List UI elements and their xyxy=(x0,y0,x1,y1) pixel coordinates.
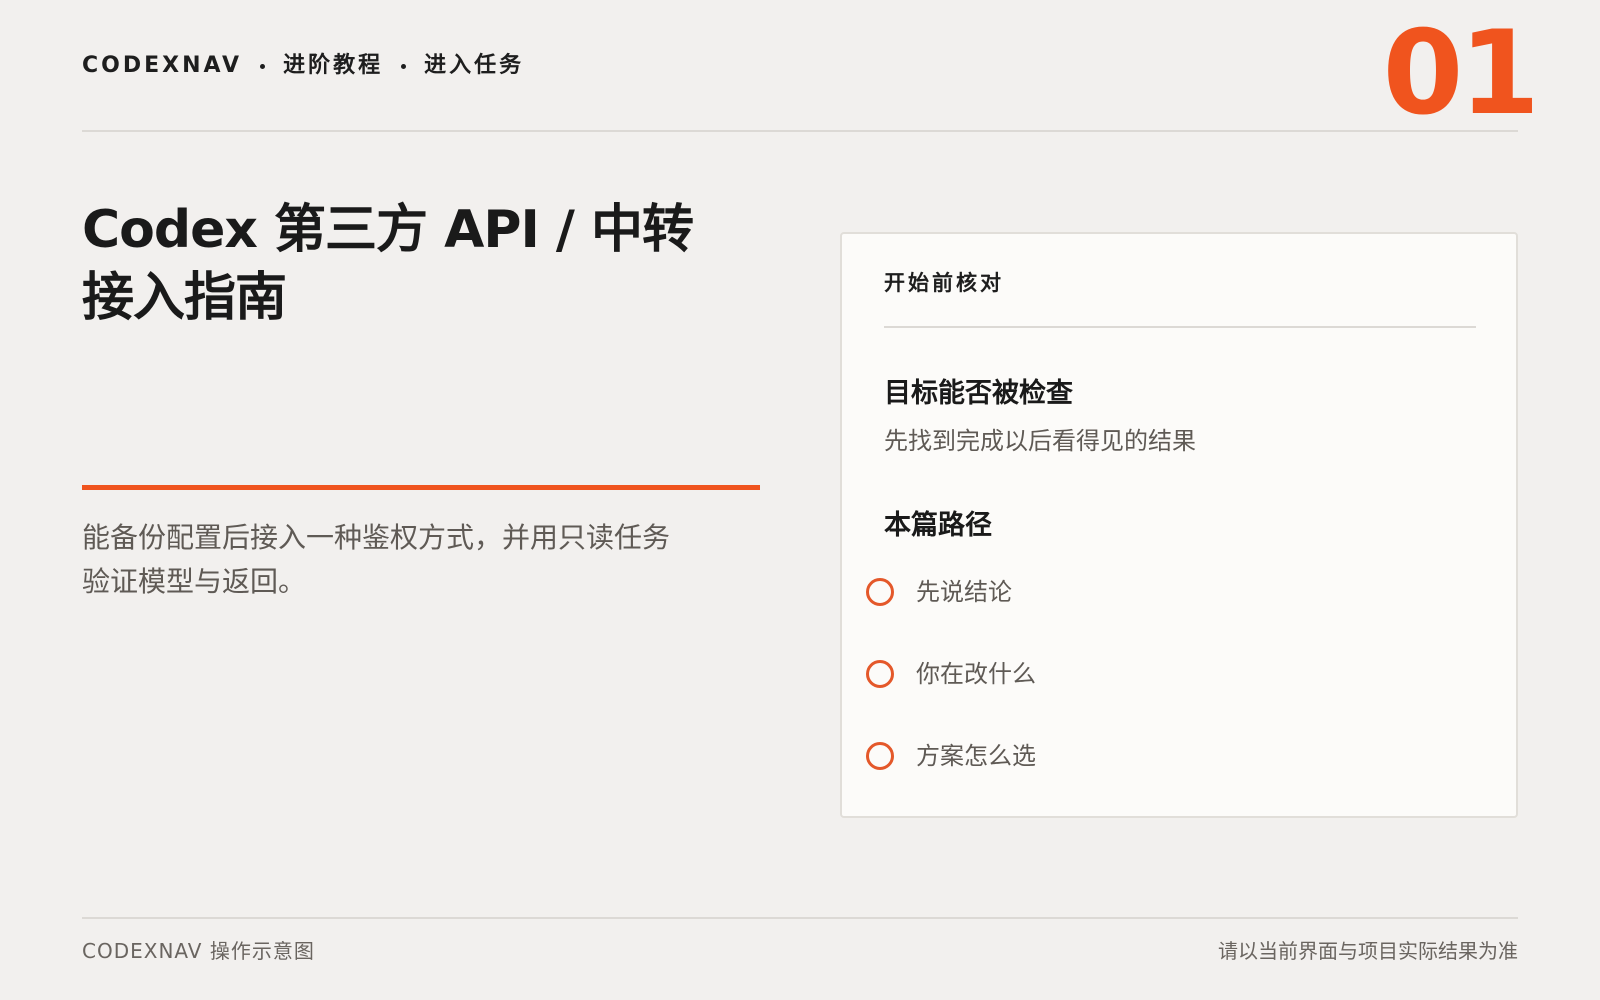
breadcrumb-separator-dot xyxy=(260,63,266,69)
page-title: Codex 第三方 API / 中转 接入指南 xyxy=(82,196,722,332)
radio-circle-icon[interactable] xyxy=(866,578,894,606)
path-item-choose-option[interactable]: 方案怎么选 xyxy=(866,736,1036,776)
radio-circle-icon[interactable] xyxy=(866,660,894,688)
description-line: 能备份配置后接入一种鉴权方式，并用只读任务 xyxy=(82,521,671,554)
path-item-what-changes[interactable]: 你在改什么 xyxy=(866,654,1036,694)
path-item-label: 先说结论 xyxy=(916,578,1012,606)
goal-title: 目标能否被检查 xyxy=(884,378,1073,409)
breadcrumb-item: 进入任务 xyxy=(424,53,525,78)
breadcrumb-brand: CODEXNAV xyxy=(82,53,243,78)
footer-caption: CODEXNAV 操作示意图 xyxy=(82,939,315,963)
breadcrumb-item: 进阶教程 xyxy=(283,53,384,78)
breadcrumb: CODEXNAV 进阶教程 进入任务 xyxy=(82,50,524,82)
header-divider xyxy=(82,130,1518,132)
goal-description: 先找到完成以后看得见的结果 xyxy=(884,427,1196,455)
page-description: 能备份配置后接入一种鉴权方式，并用只读任务 验证模型与返回。 xyxy=(82,516,742,604)
page-number: 01 xyxy=(1382,6,1540,141)
page-title-line: 接入指南 xyxy=(82,268,287,328)
page-title-line: Codex 第三方 API / 中转 xyxy=(82,200,694,260)
path-item-label: 你在改什么 xyxy=(916,660,1036,688)
radio-circle-icon[interactable] xyxy=(866,742,894,770)
breadcrumb-separator-dot xyxy=(401,63,407,69)
card-divider xyxy=(884,326,1476,328)
footer-divider xyxy=(82,917,1518,919)
checklist-card: 开始前核对 目标能否被检查 先找到完成以后看得见的结果 本篇路径 先说结论 你在… xyxy=(840,232,1518,818)
path-item-label: 方案怎么选 xyxy=(916,742,1036,770)
footer-note: 请以当前界面与项目实际结果为准 xyxy=(1218,939,1518,963)
accent-divider xyxy=(82,485,760,490)
path-title: 本篇路径 xyxy=(884,510,992,541)
card-header: 开始前核对 xyxy=(884,271,1004,295)
description-line: 验证模型与返回。 xyxy=(82,565,307,598)
path-list: 先说结论 你在改什么 方案怎么选 xyxy=(866,572,1036,776)
path-item-conclusion[interactable]: 先说结论 xyxy=(866,572,1036,612)
